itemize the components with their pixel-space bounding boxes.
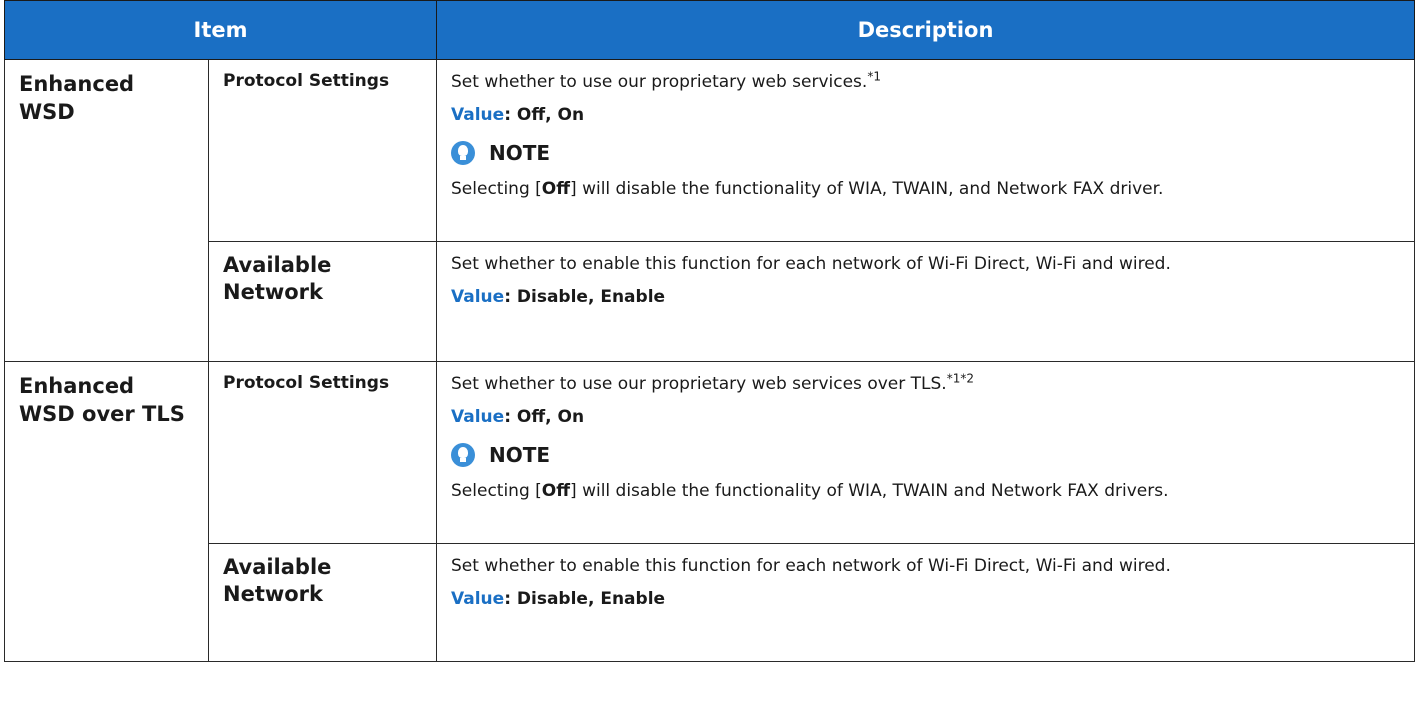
footnote-marker: *1 xyxy=(867,69,881,84)
description-cell: Set whether to enable this function for … xyxy=(436,543,1416,662)
table-row: Available Network Set whether to enable … xyxy=(5,241,1416,362)
setting-available-network: Available Network xyxy=(207,241,438,362)
item-group-enhanced-wsd: Enhanced WSD xyxy=(4,59,209,362)
setting-available-network: Available Network xyxy=(207,543,438,662)
description-cell: Set whether to use our proprietary web s… xyxy=(436,361,1416,544)
table-row: Available Network Set whether to enable … xyxy=(5,543,1416,662)
description-cell: Set whether to enable this function for … xyxy=(436,241,1416,362)
value-line: Value: Off, On xyxy=(451,405,1402,429)
value-label: Value xyxy=(451,287,505,307)
note-label: NOTE xyxy=(489,443,551,467)
value-options: : Off, On xyxy=(504,105,585,125)
table-header-row: Item Description xyxy=(3,0,1416,60)
table-row: Enhanced WSD over TLS Protocol Settings … xyxy=(4,361,1416,662)
value-label: Value xyxy=(451,105,505,125)
description-text: Set whether to enable this function for … xyxy=(451,254,1171,274)
value-options: : Off, On xyxy=(504,407,585,427)
column-header-item: Item xyxy=(3,0,438,60)
value-line: Value: Disable, Enable xyxy=(451,285,1402,309)
value-options: : Disable, Enable xyxy=(504,287,666,307)
item-group-enhanced-wsd-over-tls: Enhanced WSD over TLS xyxy=(4,361,209,662)
setting-protocol-settings: Protocol Settings xyxy=(207,59,438,242)
lightbulb-icon xyxy=(451,141,476,165)
value-line: Value: Disable, Enable xyxy=(451,587,1402,611)
table-row: Enhanced WSD Protocol Settings Set wheth… xyxy=(4,59,1416,362)
note-heading: NOTE xyxy=(451,443,1402,467)
settings-table: Item Description Enhanced WSD Protocol S… xyxy=(3,0,1416,662)
value-label: Value xyxy=(451,407,505,427)
setting-protocol-settings: Protocol Settings xyxy=(207,361,438,544)
value-options: : Disable, Enable xyxy=(504,589,666,609)
note-label: NOTE xyxy=(489,141,551,165)
value-line: Value: Off, On xyxy=(451,103,1402,127)
description-text: Set whether to enable this function for … xyxy=(451,556,1171,576)
description-text: Set whether to use our proprietary web s… xyxy=(451,69,881,92)
lightbulb-icon xyxy=(451,443,476,467)
note-heading: NOTE xyxy=(451,141,1402,165)
column-header-description: Description xyxy=(436,0,1416,60)
note-text: Selecting [Off] will disable the functio… xyxy=(451,179,1164,199)
value-label: Value xyxy=(451,589,505,609)
description-text: Set whether to use our proprietary web s… xyxy=(451,371,974,394)
description-cell: Set whether to use our proprietary web s… xyxy=(436,59,1416,242)
footnote-marker: *1*2 xyxy=(946,371,974,386)
note-text: Selecting [Off] will disable the functio… xyxy=(451,481,1169,501)
